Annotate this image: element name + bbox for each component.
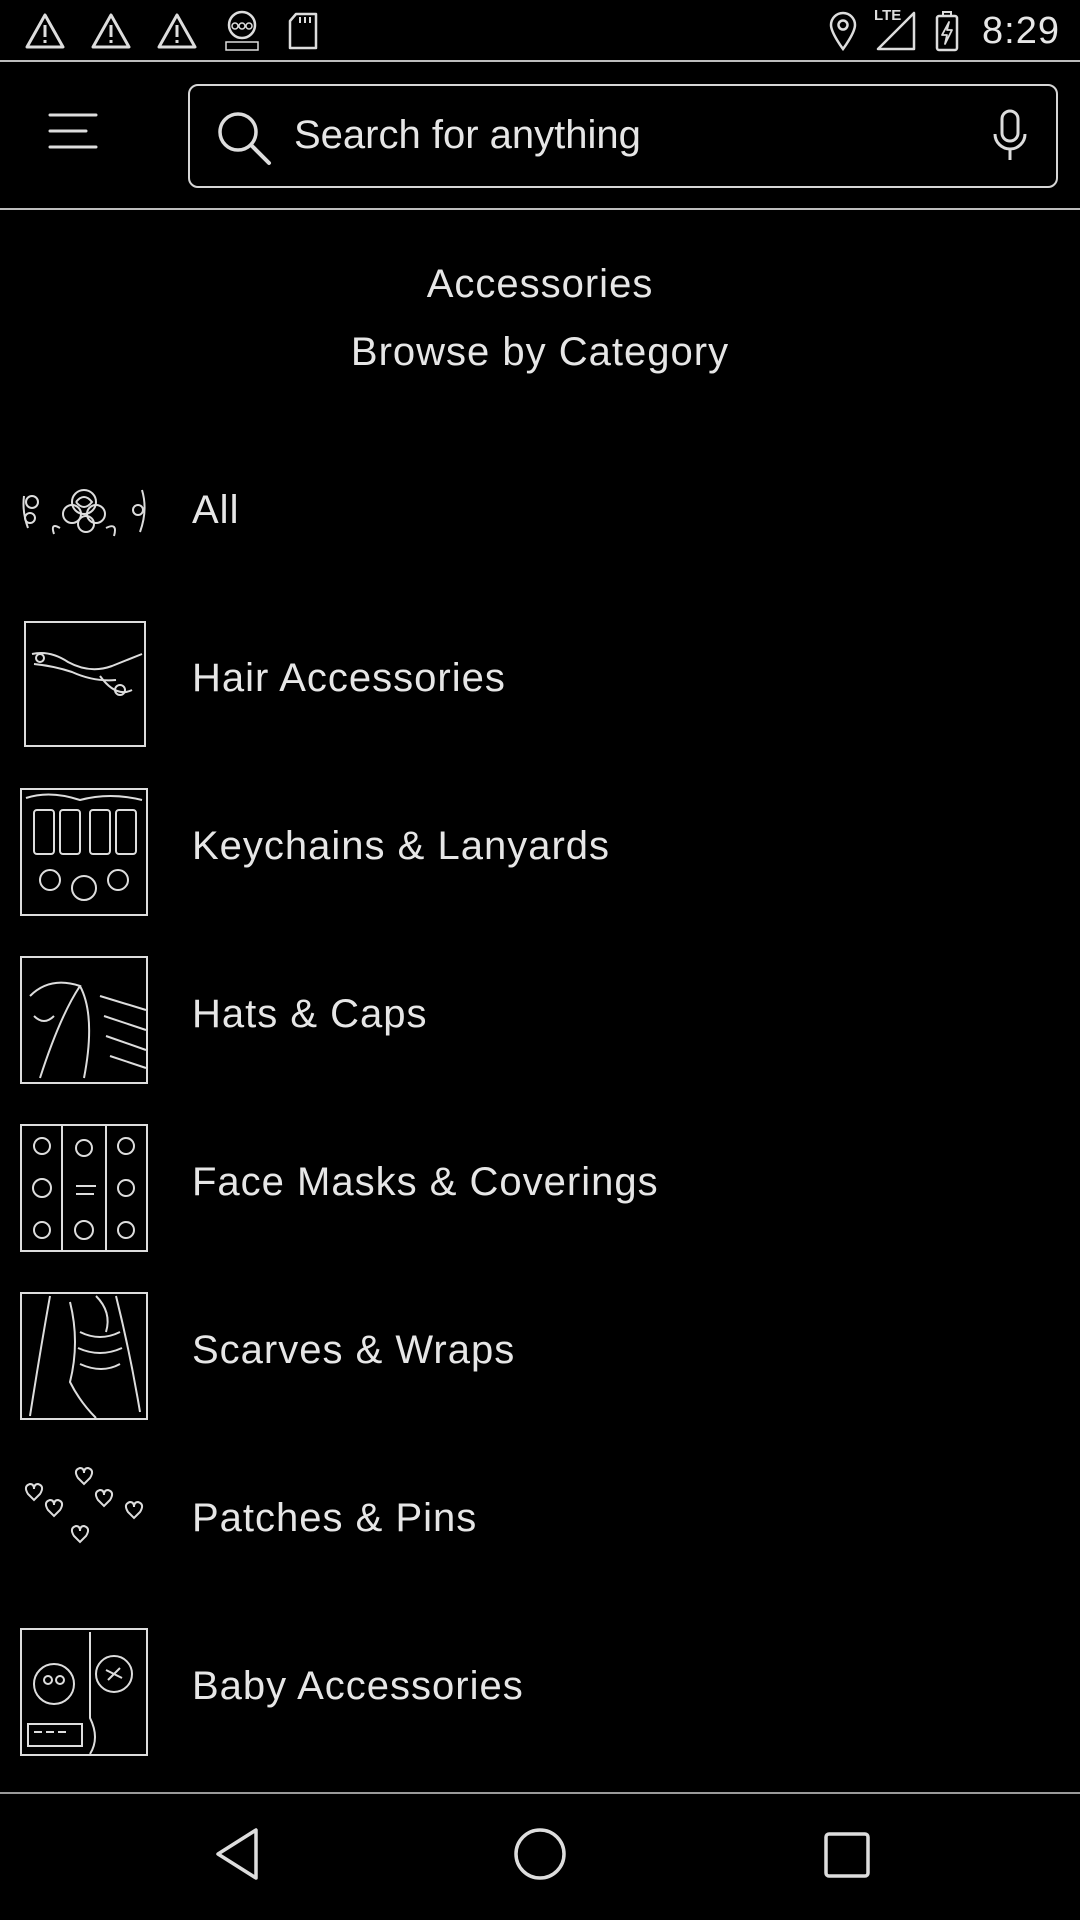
category-list: All Hair Accessories Keychains & Lanyard… (0, 420, 1080, 1764)
category-thumbnail (20, 788, 148, 916)
category-label: Baby Accessories (192, 1664, 524, 1708)
category-label: Scarves & Wraps (192, 1328, 516, 1372)
category-item-keychains-lanyards[interactable]: Keychains & Lanyards (0, 756, 1080, 924)
status-time: 8:29 (982, 9, 1060, 52)
category-item-baby-accessories[interactable]: Baby Accessories (0, 1596, 1080, 1764)
category-thumbnail (20, 620, 148, 748)
alert-icon (24, 12, 66, 50)
category-item-patches-pins[interactable]: Patches & Pins (0, 1428, 1080, 1596)
back-icon[interactable] (210, 1824, 266, 1889)
home-icon[interactable] (510, 1824, 570, 1889)
alert-icon (156, 12, 198, 50)
category-item-scarves-wraps[interactable]: Scarves & Wraps (0, 1260, 1080, 1428)
category-item-all[interactable]: All (0, 420, 1080, 588)
status-notifications (24, 8, 320, 54)
sd-card-icon (286, 11, 320, 51)
hamburger-menu-icon[interactable] (44, 107, 104, 157)
recents-icon[interactable] (818, 1824, 874, 1889)
system-nav-bar (0, 1792, 1080, 1920)
page-title: Accessories (426, 262, 654, 306)
category-thumbnail (20, 1628, 148, 1756)
category-thumbnail (20, 956, 148, 1084)
category-item-hair-accessories[interactable]: Hair Accessories (0, 588, 1080, 756)
category-label: Face Masks & Coverings (192, 1160, 659, 1204)
status-bar: LTE 8:29 (0, 0, 1080, 62)
category-label: Hair Accessories (192, 656, 506, 700)
location-icon (828, 11, 858, 51)
category-thumbnail (20, 1460, 148, 1588)
abc-news-icon (222, 9, 262, 53)
search-icon (214, 108, 274, 173)
category-thumbnail (20, 452, 148, 580)
network-type: LTE (874, 7, 902, 24)
category-item-face-masks-coverings[interactable]: Face Masks & Coverings (0, 1092, 1080, 1260)
category-item-hats-caps[interactable]: Hats & Caps (0, 924, 1080, 1092)
category-label: Hats & Caps (192, 992, 428, 1036)
alert-icon (90, 12, 132, 50)
category-label: Patches & Pins (192, 1496, 478, 1540)
category-label: Keychains & Lanyards (192, 824, 611, 868)
page-subtitle: Browse by Category (350, 330, 730, 374)
category-thumbnail (20, 1124, 148, 1252)
mic-icon[interactable] (990, 108, 1030, 169)
signal-icon: LTE (874, 7, 918, 53)
search-input[interactable] (294, 104, 934, 166)
top-app-bar (0, 62, 1080, 210)
search-bar[interactable] (188, 84, 1058, 188)
status-system: LTE 8:29 (828, 7, 1060, 54)
category-label: All (192, 488, 240, 532)
category-thumbnail (20, 1292, 148, 1420)
battery-charging-icon (934, 10, 960, 52)
